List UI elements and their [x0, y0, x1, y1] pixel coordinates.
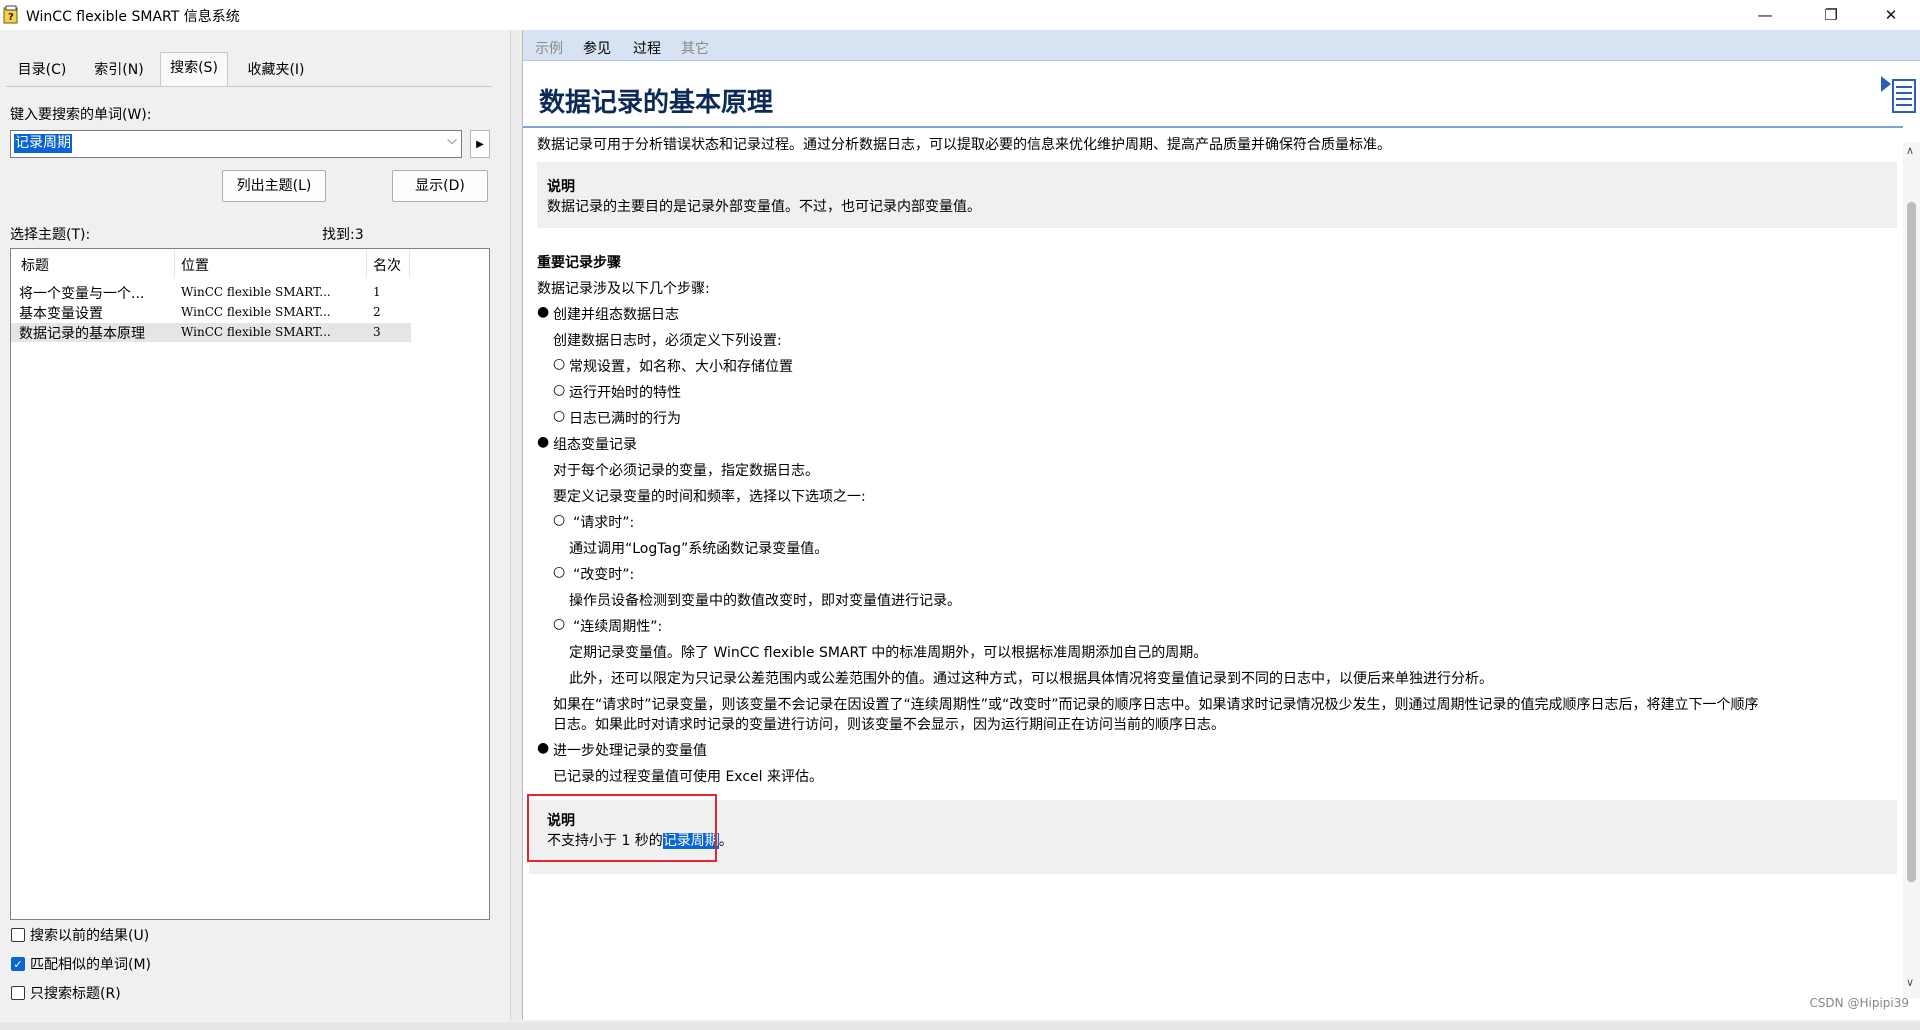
bullet-circle-icon: ○ [553, 382, 566, 398]
scroll-down-icon[interactable]: ∨ [1906, 976, 1914, 989]
search-combobox[interactable]: 记录周期 ⌵ [10, 130, 462, 158]
nav-procedure[interactable]: 过程 [633, 38, 661, 58]
step-text: 要定义记录变量的时间和频率，选择以下选项之一: [553, 489, 866, 505]
bullet-circle-icon: ○ [553, 616, 566, 632]
row-rank: 2 [373, 305, 381, 319]
column-header-title[interactable]: 标题 [21, 255, 49, 275]
topic-results-list[interactable]: 标题 位置 名次 将一个变量与一个... WinCC flexible SMAR… [10, 248, 490, 920]
option-text: 此外，还可以限定为只记录公差范围内或公差范围外的值。通过这种方式，可以根据具体情… [569, 671, 1493, 687]
option-text: 通过调用“LogTag”系统函数记录变量值。 [569, 541, 829, 557]
list-item: 日志已满时的行为 [569, 411, 681, 427]
step-heading: 创建并组态数据日志 [553, 307, 679, 323]
search-previous-label[interactable]: 搜索以前的结果(U) [30, 925, 149, 945]
row-title: 数据记录的基本原理 [19, 326, 145, 342]
match-similar-label[interactable]: 匹配相似的单词(M) [30, 954, 151, 974]
select-topic-label: 选择主题(T): [10, 227, 91, 243]
display-button[interactable]: 显示(D) [392, 170, 488, 202]
column-separator [409, 251, 410, 277]
step-heading: 组态变量记录 [553, 437, 637, 453]
table-row[interactable]: 将一个变量与一个... WinCC flexible SMART... 1 [11, 283, 411, 302]
note-heading: 说明 [547, 179, 575, 195]
row-rank: 1 [373, 285, 381, 299]
close-button[interactable]: ✕ [1862, 0, 1920, 30]
search-previous-checkbox[interactable] [11, 928, 25, 942]
bullet-dot-icon: ● [537, 304, 550, 320]
bullet-circle-icon: ○ [553, 356, 566, 372]
list-topics-button[interactable]: 列出主题(L) [222, 170, 326, 202]
nav-other: 其它 [681, 41, 709, 57]
search-label: 键入要搜索的单词(W): [10, 107, 152, 123]
option-text: 操作员设备检测到变量中的数值改变时，即对变量值进行记录。 [569, 593, 961, 609]
row-location: WinCC flexible SMART... [181, 285, 331, 299]
minimize-button[interactable]: — [1736, 0, 1794, 30]
paragraph-line: 日志。如果此时对请求时记录的变量进行访问，则该变量不会显示，因为运行期间正在访问… [553, 717, 1225, 733]
help-book-icon: ? [3, 5, 18, 24]
option-heading: “连续周期性”: [573, 619, 663, 635]
restore-button[interactable]: ❐ [1802, 0, 1860, 30]
play-arrow-icon[interactable]: ▶ [470, 130, 490, 158]
row-rank: 3 [373, 325, 381, 339]
list-item: 常规设置，如名称、大小和存储位置 [569, 359, 793, 375]
intro-text: 数据记录可用于分析错误状态和记录过程。通过分析数据日志，可以提取必要的信息来优化… [537, 137, 1391, 153]
note-box [537, 162, 1897, 228]
row-title: 将一个变量与一个... [19, 286, 145, 302]
bullet-circle-icon: ○ [553, 564, 566, 580]
watermark: CSDN @Hipipi39 [1809, 996, 1909, 1010]
option-heading: “改变时”: [573, 567, 635, 583]
scroll-up-icon[interactable]: ∧ [1906, 144, 1914, 157]
svg-text:?: ? [8, 12, 14, 23]
match-similar-checkbox[interactable]: ✓ [11, 957, 25, 971]
row-location: WinCC flexible SMART... [181, 325, 331, 339]
topic-content-pane: 示例 参见 过程 其它 数据记录的基本原理 数据记录可用于分析错误状态和记录过程… [522, 30, 1920, 1020]
nav-see-also[interactable]: 参见 [583, 38, 611, 58]
row-title: 基本变量设置 [19, 306, 103, 322]
bullet-circle-icon: ○ [553, 408, 566, 424]
step-text: 已记录的过程变量值可使用 Excel 来评估。 [553, 769, 823, 785]
titles-only-checkbox[interactable] [11, 986, 25, 1000]
note-text-suffix: 。 [718, 833, 733, 849]
section-heading: 重要记录步骤 [537, 255, 621, 271]
found-count: 找到:3 [322, 227, 364, 243]
vertical-scrollbar[interactable]: ∧ ∨ [1903, 142, 1920, 998]
topic-nav-strip: 示例 参见 过程 其它 [523, 30, 1920, 61]
list-item: 运行开始时的特性 [569, 385, 681, 401]
chevron-down-icon[interactable]: ⌵ [447, 133, 457, 148]
note-box [529, 800, 1897, 874]
bottom-edge [0, 1022, 1920, 1030]
paragraph-line: 如果在“请求时”记录变量，则该变量不会记录在因设置了“连续周期性”或“改变时”而… [553, 697, 1759, 713]
search-input-value[interactable]: 记录周期 [14, 134, 72, 153]
step-heading: 进一步处理记录的变量值 [553, 743, 707, 759]
table-row[interactable]: 基本变量设置 WinCC flexible SMART... 2 [11, 303, 411, 322]
tab-search[interactable]: 搜索(S) [160, 52, 228, 87]
page-title: 数据记录的基本原理 [539, 88, 774, 118]
scroll-thumb[interactable] [1907, 202, 1916, 882]
option-heading: “请求时”: [573, 515, 635, 531]
title-bar: ? WinCC flexible SMART 信息系统 — ❐ ✕ [0, 0, 1920, 31]
tab-index[interactable]: 索引(N) [88, 56, 150, 84]
note-text: 数据记录的主要目的是记录外部变量值。不过，也可记录内部变量值。 [547, 199, 981, 215]
tab-contents[interactable]: 目录(C) [14, 56, 70, 84]
bullet-dot-icon: ● [537, 434, 550, 450]
row-location: WinCC flexible SMART... [181, 305, 331, 319]
tab-favorites[interactable]: 收藏夹(I) [240, 56, 312, 84]
step-text: 创建数据日志时，必须定义下列设置: [553, 333, 782, 349]
step-text: 对于每个必须记录的变量，指定数据日志。 [553, 463, 819, 479]
annotation-highlight-box [527, 794, 717, 862]
titles-only-label[interactable]: 只搜索标题(R) [30, 983, 121, 1003]
steps-intro: 数据记录涉及以下几个步骤: [537, 281, 710, 297]
navigation-pane: 目录(C) 索引(N) 搜索(S) 收藏夹(I) 键入要搜索的单词(W): 记录… [0, 30, 510, 1022]
nav-examples: 示例 [535, 41, 563, 57]
column-header-location[interactable]: 位置 [181, 255, 209, 275]
table-row-selected[interactable]: 数据记录的基本原理 WinCC flexible SMART... 3 [11, 323, 411, 342]
toc-toggle-icon[interactable] [1879, 74, 1919, 114]
bullet-circle-icon: ○ [553, 512, 566, 528]
column-separator [366, 251, 367, 277]
column-header-rank[interactable]: 名次 [373, 255, 401, 275]
option-text: 定期记录变量值。除了 WinCC flexible SMART 中的标准周期外，… [569, 645, 1208, 661]
bullet-dot-icon: ● [537, 740, 550, 756]
column-separator [174, 251, 175, 277]
title-divider [523, 126, 1903, 128]
window-title: WinCC flexible SMART 信息系统 [26, 9, 240, 25]
